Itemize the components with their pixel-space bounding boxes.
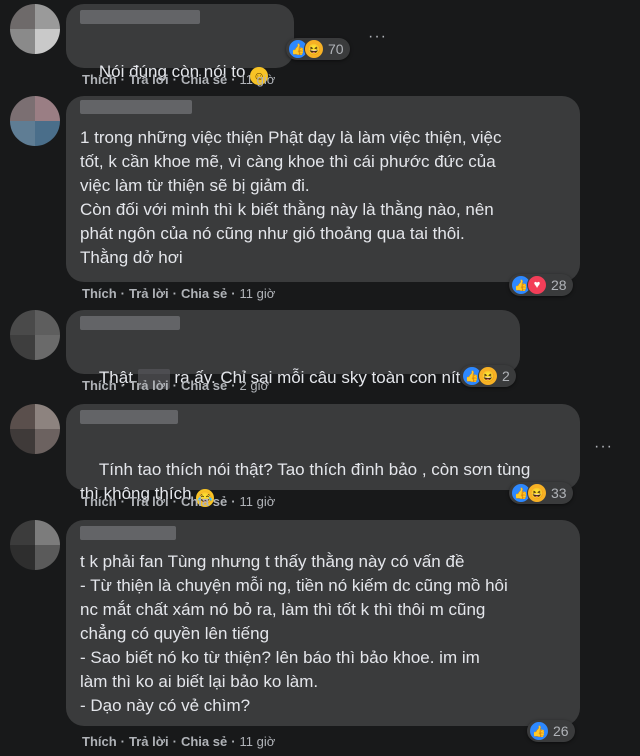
author-name-blurred[interactable]: [80, 410, 178, 424]
timestamp[interactable]: 11 giờ: [240, 734, 276, 749]
comment-actions: Thích · Trả lời · Chia sẻ · 2 giờ: [82, 378, 270, 393]
reply-action[interactable]: Trả lời: [129, 378, 169, 393]
author-name-blurred[interactable]: [80, 10, 200, 24]
share-action[interactable]: Chia sẻ: [181, 734, 227, 749]
haha-reaction-icon: 😆: [478, 366, 498, 386]
comment-bubble: Nói đúng còn nói to ☺: [66, 4, 294, 85]
timestamp[interactable]: 11 giờ: [240, 494, 276, 509]
comment-actions: Thích · Trả lời · Chia sẻ · 11 giờ: [82, 286, 276, 301]
comment-text: t k phải fan Tùng nhưng t thấy thằng này…: [80, 552, 508, 715]
avatar[interactable]: [10, 310, 60, 360]
reply-action[interactable]: Trả lời: [129, 734, 169, 749]
reaction-summary[interactable]: 👍 😆 70: [286, 38, 350, 60]
comment-actions: Thích · Trả lời · Chia sẻ · 11 giờ: [82, 494, 276, 509]
comment-bubble: t k phải fan Tùng nhưng t thấy thằng này…: [66, 520, 580, 726]
reaction-summary[interactable]: 👍 😆 33: [509, 482, 573, 504]
like-reaction-icon: 👍: [529, 721, 549, 741]
reaction-summary[interactable]: 👍 😆 2: [460, 365, 516, 387]
avatar[interactable]: [10, 404, 60, 454]
reply-action[interactable]: Trả lời: [129, 494, 169, 509]
share-action[interactable]: Chia sẻ: [181, 286, 227, 301]
comment-text: 1 trong những việc thiện Phật dạy là làm…: [80, 128, 502, 267]
more-options-icon[interactable]: ···: [368, 28, 387, 46]
like-action[interactable]: Thích: [82, 494, 117, 509]
haha-reaction-icon: 😆: [304, 39, 324, 59]
avatar[interactable]: [10, 96, 60, 146]
more-options-icon[interactable]: ···: [594, 438, 613, 456]
share-action[interactable]: Chia sẻ: [181, 494, 227, 509]
comment-bubble: Tính tao thích nói thật? Tao thích đình …: [66, 404, 580, 507]
reaction-summary[interactable]: 👍 ♥ 28: [509, 274, 573, 296]
timestamp[interactable]: 11 giờ: [240, 72, 276, 87]
reaction-count: 70: [328, 41, 344, 57]
comment-bubble: 1 trong những việc thiện Phật dạy là làm…: [66, 96, 580, 282]
comment-bubble: Thật ra ấy. Chỉ sai mỗi câu sky toàn con…: [66, 310, 520, 389]
author-name-blurred[interactable]: [80, 100, 192, 114]
like-action[interactable]: Thích: [82, 378, 117, 393]
author-name-blurred[interactable]: [80, 526, 176, 540]
haha-reaction-icon: 😆: [527, 483, 547, 503]
like-action[interactable]: Thích: [82, 734, 117, 749]
reaction-count: 2: [502, 368, 510, 384]
reaction-count: 33: [551, 485, 567, 501]
timestamp[interactable]: 11 giờ: [240, 286, 276, 301]
reaction-summary[interactable]: 👍 26: [527, 720, 575, 742]
share-action[interactable]: Chia sẻ: [181, 72, 227, 87]
avatar[interactable]: [10, 4, 60, 54]
reaction-count: 28: [551, 277, 567, 293]
author-name-blurred[interactable]: [80, 316, 180, 330]
reply-action[interactable]: Trả lời: [129, 72, 169, 87]
timestamp[interactable]: 2 giờ: [240, 378, 270, 393]
love-reaction-icon: ♥: [527, 275, 547, 295]
like-action[interactable]: Thích: [82, 72, 117, 87]
like-action[interactable]: Thích: [82, 286, 117, 301]
reply-action[interactable]: Trả lời: [129, 286, 169, 301]
reaction-count: 26: [553, 723, 569, 739]
share-action[interactable]: Chia sẻ: [181, 378, 227, 393]
comment-text: Tính tao thích nói thật? Tao thích đình …: [80, 460, 531, 507]
comment-actions: Thích · Trả lời · Chia sẻ · 11 giờ: [82, 72, 276, 87]
avatar[interactable]: [10, 520, 60, 570]
comment-actions: Thích · Trả lời · Chia sẻ · 11 giờ: [82, 734, 276, 749]
